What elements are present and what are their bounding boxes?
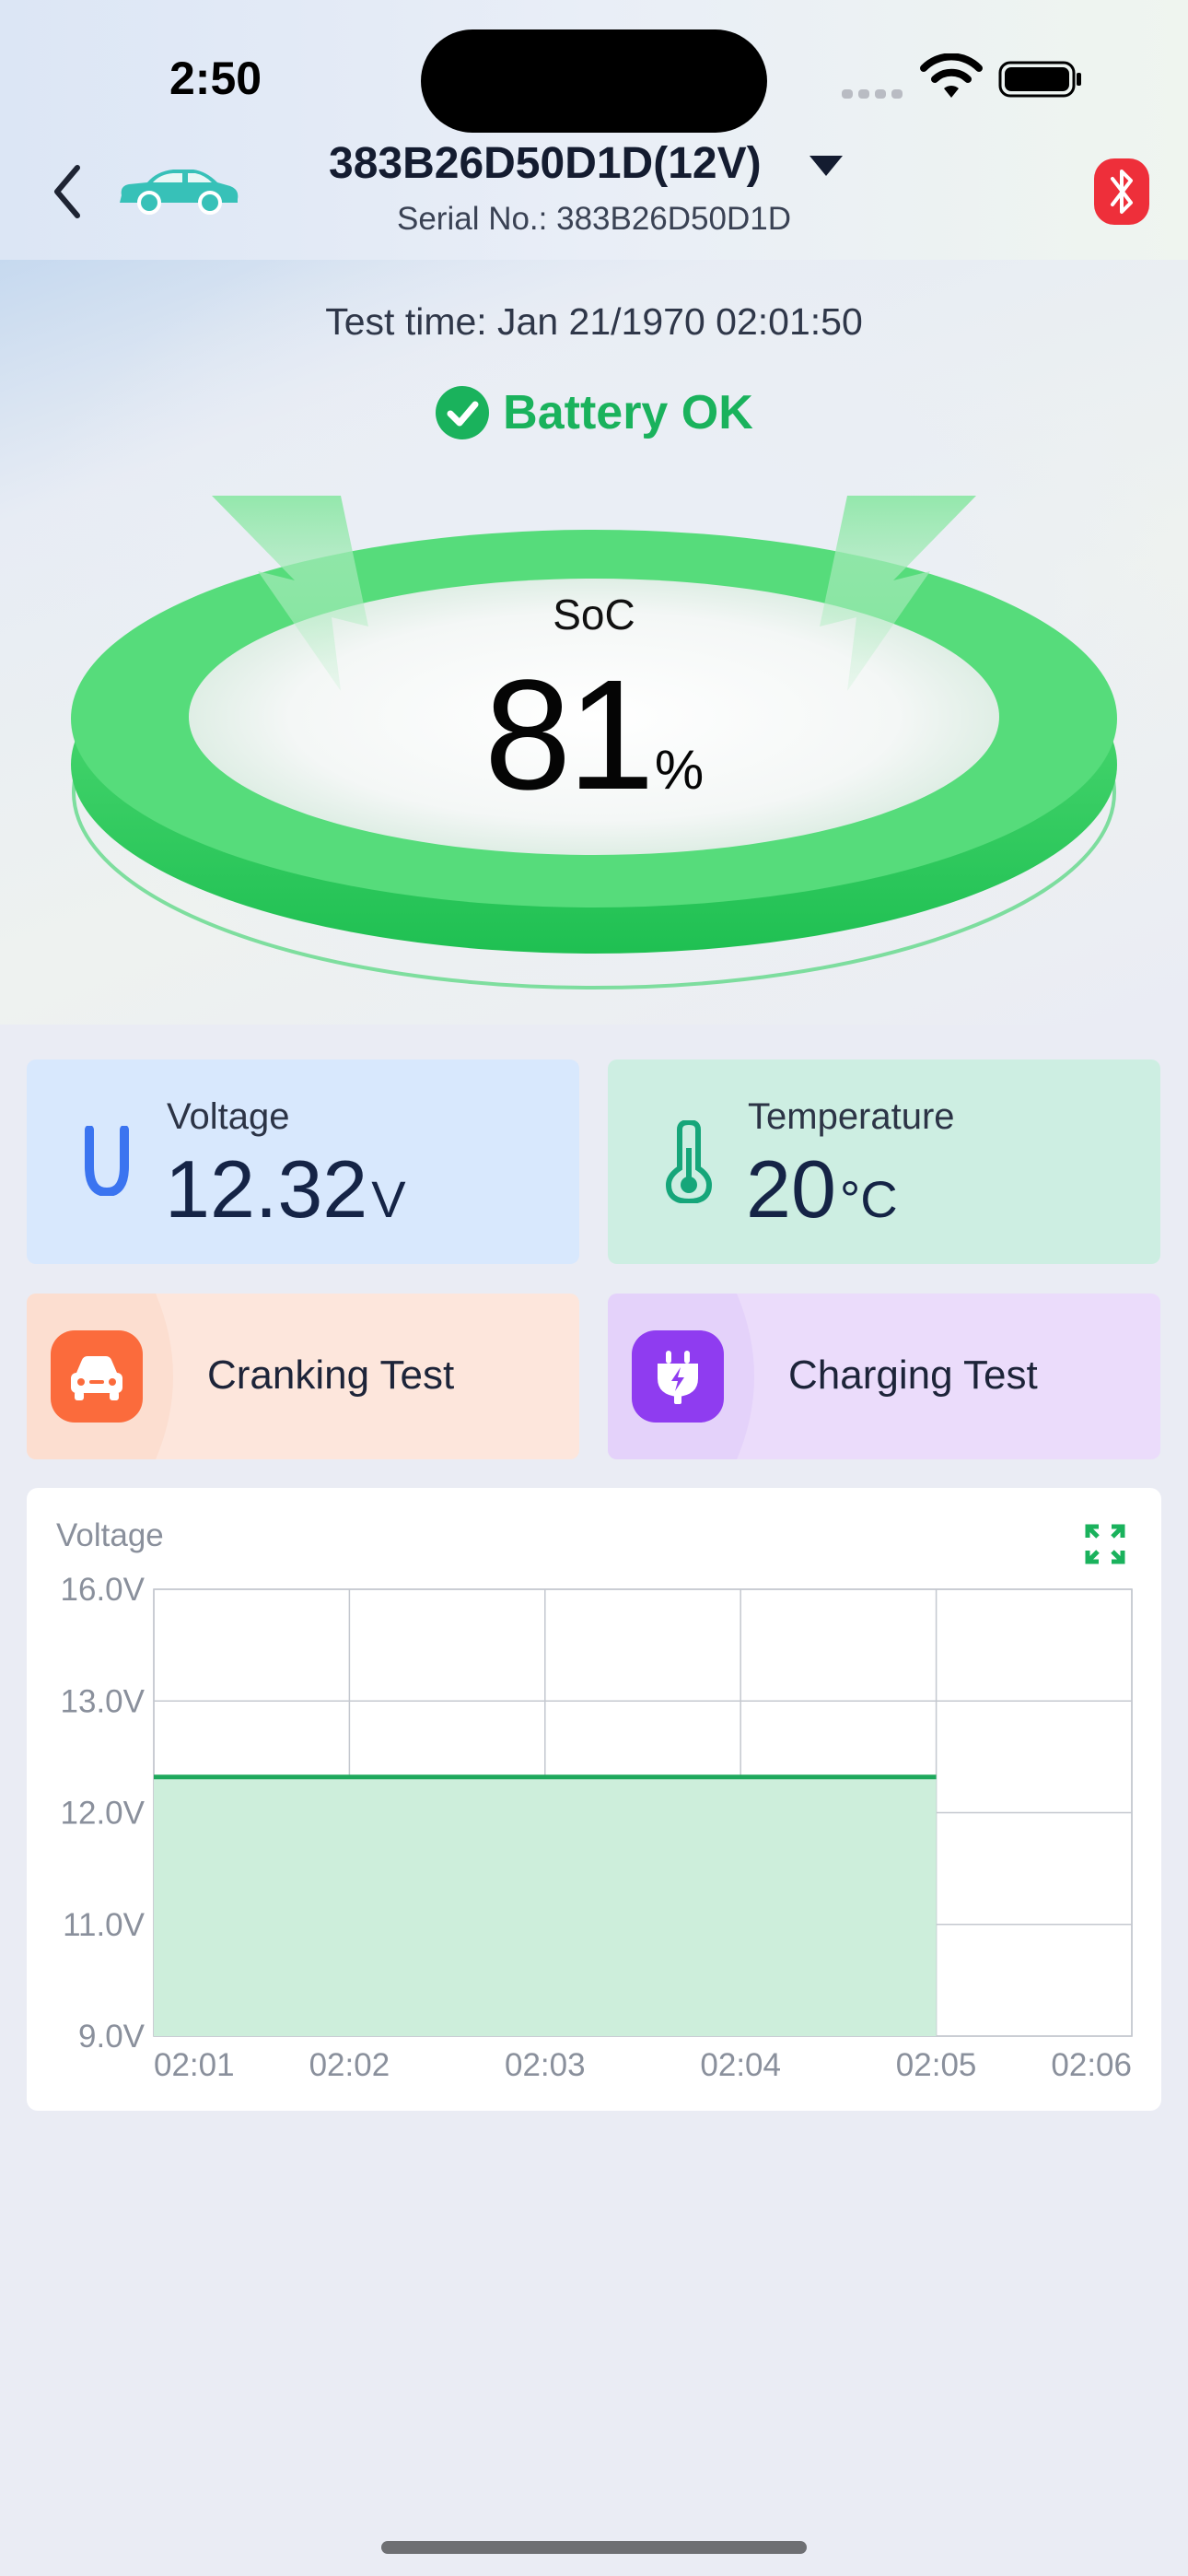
soc-unit: %	[654, 739, 705, 801]
battery-status-text: Battery OK	[503, 386, 753, 439]
temperature-unit: °C	[839, 1170, 898, 1228]
voltage-icon	[85, 1126, 129, 1196]
y-tick-label: 13.0V	[61, 1683, 146, 1719]
check-circle-icon	[436, 386, 490, 439]
cranking-test-label: Cranking Test	[207, 1352, 455, 1398]
voltage-number: 12.32	[165, 1143, 368, 1235]
test-time: Test time: Jan 21/1970 02:01:50	[325, 300, 863, 343]
soc-value: 81%	[0, 645, 1188, 825]
battery-icon	[998, 61, 1081, 98]
bluetooth-button[interactable]	[1094, 158, 1149, 225]
bluetooth-icon	[1111, 170, 1133, 214]
soc-label: SoC	[553, 591, 635, 638]
x-tick-label: 02:03	[505, 2047, 586, 2083]
y-tick-label: 9.0V	[78, 2019, 146, 2055]
voltage-area	[154, 1776, 937, 2036]
voltage-unit: V	[371, 1170, 406, 1228]
serial-number: Serial No.: 383B26D50D1D	[396, 201, 791, 237]
home-indicator[interactable]	[381, 2541, 807, 2554]
x-tick-label: 02:04	[700, 2047, 781, 2083]
charging-test-button[interactable]: Charging Test	[608, 1294, 1160, 1459]
status-bar-time: 2:50	[169, 53, 262, 104]
soc-number: 81	[483, 648, 655, 823]
thermometer-icon	[665, 1120, 713, 1203]
chart-title: Voltage	[56, 1517, 164, 1553]
temperature-value: 20°C	[746, 1142, 898, 1236]
cranking-icon-tile	[51, 1330, 143, 1423]
x-tick-label: 02:02	[309, 2047, 390, 2083]
y-axis-ticks: 16.0V 13.0V 12.0V 11.0V 9.0V	[61, 1572, 146, 2055]
cranking-test-button[interactable]: Cranking Test	[27, 1294, 579, 1459]
x-tick-label: 02:05	[896, 2047, 977, 2083]
cellular-signal-icon	[842, 87, 908, 103]
battery-status: Battery OK	[0, 385, 1188, 440]
voltage-label: Voltage	[167, 1096, 290, 1137]
y-tick-label: 11.0V	[63, 1907, 146, 1943]
x-axis-ticks: 02:01 02:02 02:03 02:04 02:05 02:06	[154, 2047, 1132, 2083]
charging-icon-tile	[632, 1330, 724, 1423]
x-tick-label: 02:01	[154, 2047, 235, 2083]
wifi-icon	[920, 53, 983, 98]
charging-test-label: Charging Test	[788, 1352, 1038, 1398]
temperature-card: Temperature 20°C	[608, 1060, 1160, 1264]
voltage-chart: Voltage 16.0V13.0V12.0V11.0V9.0V 02:01 02…	[56, 1517, 1133, 2083]
voltage-chart-card: Voltage 16.0V 13.0V 12.0V 11.0V 9.0V 02:01 02…	[27, 1488, 1161, 2111]
device-selector[interactable]: 383B26D50D1D(12V)	[329, 138, 762, 189]
voltage-value: 12.32V	[165, 1142, 406, 1236]
dropdown-caret-icon[interactable]	[808, 154, 844, 178]
voltage-card: Voltage 12.32V	[27, 1060, 579, 1264]
dynamic-island	[421, 29, 767, 133]
x-tick-label: 02:06	[1051, 2047, 1132, 2083]
y-tick-label: 12.0V	[61, 1796, 146, 1832]
plug-charge-icon	[658, 1351, 698, 1404]
expand-chart-button[interactable]	[1085, 1524, 1125, 1564]
car-icon	[71, 1356, 122, 1400]
y-tick-label: 16.0V	[61, 1572, 146, 1608]
temperature-number: 20	[746, 1143, 836, 1235]
temperature-label: Temperature	[748, 1096, 955, 1137]
